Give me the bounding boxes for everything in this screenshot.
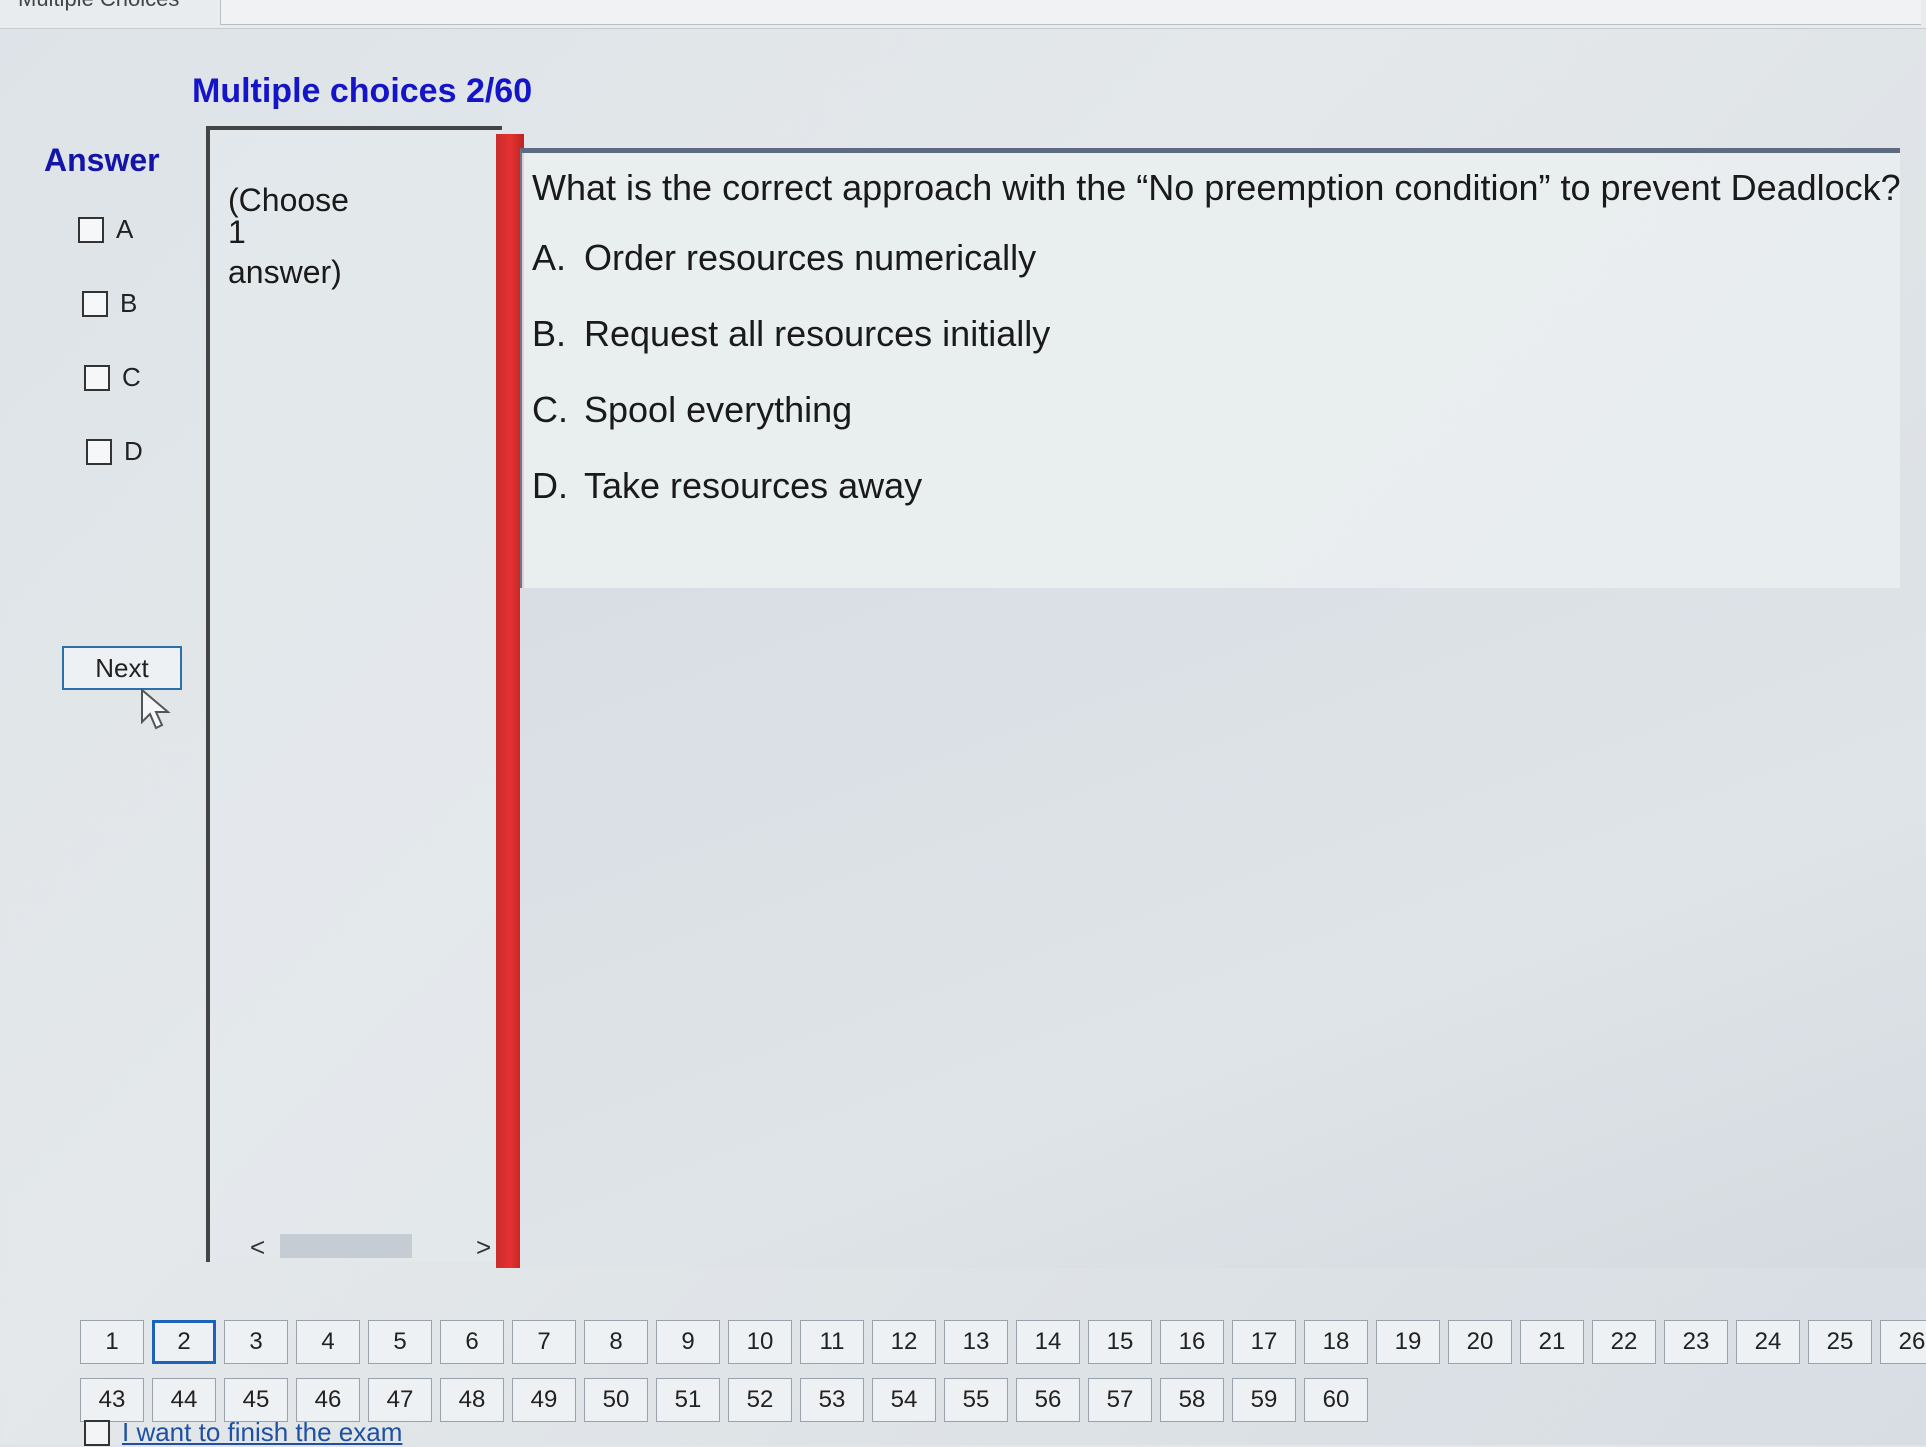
question-nav-button[interactable]: 43 <box>80 1378 144 1422</box>
question-nav-button[interactable]: 2 <box>152 1320 216 1364</box>
finish-exam-option[interactable]: I want to finish the exam <box>84 1417 403 1447</box>
question-nav-button[interactable]: 51 <box>656 1378 720 1422</box>
question-option-letter: A. <box>532 237 567 278</box>
question-option-d: D. Take resources away <box>532 465 922 507</box>
question-nav-button[interactable]: 7 <box>512 1320 576 1364</box>
answer-option-d[interactable]: D <box>86 436 143 467</box>
question-option-text: Take resources away <box>584 465 923 506</box>
question-navigator-row-1: 1 2 3 4 5 6 7 8 9 10 11 12 13 14 15 16 17 18 19 20 21 22 23 24 2… <box>80 1320 1926 1364</box>
question-nav-button[interactable]: 19 <box>1376 1320 1440 1364</box>
finish-exam-checkbox[interactable] <box>84 1420 110 1446</box>
question-nav-button[interactable]: 4 <box>296 1320 360 1364</box>
instruction-line-1: (Choose <box>228 182 349 218</box>
question-nav-button[interactable]: 24 <box>1736 1320 1800 1364</box>
question-option-text: Request all resources initially <box>584 313 1051 354</box>
question-nav-button[interactable]: 53 <box>800 1378 864 1422</box>
scrollbar-thumb[interactable] <box>280 1234 412 1258</box>
instruction-line-2: 1 <box>228 214 246 250</box>
question-nav-button[interactable]: 6 <box>440 1320 504 1364</box>
answer-label-c: C <box>122 362 141 392</box>
question-nav-button[interactable]: 25 <box>1808 1320 1872 1364</box>
question-nav-button[interactable]: 60 <box>1304 1378 1368 1422</box>
question-nav-button[interactable]: 46 <box>296 1378 360 1422</box>
question-nav-button[interactable]: 49 <box>512 1378 576 1422</box>
answer-checkbox-d[interactable] <box>86 438 112 465</box>
question-text: What is the correct approach with the “N… <box>532 167 1901 208</box>
top-field <box>220 0 1921 25</box>
question-nav-button[interactable]: 22 <box>1592 1320 1656 1364</box>
answer-option-c[interactable]: C <box>84 362 141 393</box>
question-nav-button[interactable]: 18 <box>1304 1320 1368 1364</box>
question-option-letter: C. <box>532 389 568 430</box>
question-nav-button[interactable]: 16 <box>1160 1320 1224 1364</box>
answer-heading: Answer <box>44 142 160 178</box>
answer-label-d: D <box>124 436 143 466</box>
question-option-text: Order resources numerically <box>584 237 1037 278</box>
question-nav-button[interactable]: 12 <box>872 1320 936 1364</box>
window-tab-label: Multiple Choices <box>18 0 179 12</box>
answer-checkbox-c[interactable] <box>84 364 110 391</box>
next-button[interactable]: Next <box>62 646 182 690</box>
question-nav-button[interactable]: 13 <box>944 1320 1008 1364</box>
question-nav-button[interactable]: 23 <box>1664 1320 1728 1364</box>
horizontal-scrollbar[interactable]: < > <box>240 1230 500 1262</box>
question-nav-button[interactable]: 9 <box>656 1320 720 1364</box>
question-navigator-row-2: 43 44 45 46 47 48 49 50 51 52 53 54 55 56 57 58 59 60 <box>80 1378 1368 1422</box>
answer-checkbox-a[interactable] <box>78 216 104 243</box>
instruction-panel: (Choose 1 answer) <box>206 126 502 1262</box>
question-option-text: Spool everything <box>584 389 853 430</box>
question-option-b: B. Request all resources initially <box>532 313 1050 355</box>
question-option-letter: B. <box>532 313 567 354</box>
question-nav-button[interactable]: 1 <box>80 1320 144 1364</box>
question-nav-button[interactable]: 59 <box>1232 1378 1296 1422</box>
finish-exam-label: I want to finish the exam <box>122 1417 403 1447</box>
window-title-bar: Multiple Choices <box>0 0 1926 29</box>
question-nav-button[interactable]: 3 <box>224 1320 288 1364</box>
mouse-cursor-icon <box>141 688 171 730</box>
question-nav-button[interactable]: 8 <box>584 1320 648 1364</box>
page-title: Multiple choices 2/60 <box>192 72 533 110</box>
answer-option-b[interactable]: B <box>82 288 137 319</box>
question-nav-button[interactable]: 14 <box>1016 1320 1080 1364</box>
question-nav-button[interactable]: 57 <box>1088 1378 1152 1422</box>
question-nav-button[interactable]: 52 <box>728 1378 792 1422</box>
scroll-left-arrow-icon[interactable]: < <box>250 1232 265 1263</box>
question-option-c: C. Spool everything <box>532 389 852 431</box>
question-option-letter: D. <box>532 465 568 506</box>
question-nav-button[interactable]: 5 <box>368 1320 432 1364</box>
question-nav-button[interactable]: 58 <box>1160 1378 1224 1422</box>
question-nav-button[interactable]: 45 <box>224 1378 288 1422</box>
answer-checkbox-b[interactable] <box>82 290 108 317</box>
question-nav-button[interactable]: 50 <box>584 1378 648 1422</box>
question-nav-button[interactable]: 20 <box>1448 1320 1512 1364</box>
question-option-a: A. Order resources numerically <box>532 237 1036 279</box>
content-area <box>520 588 1926 1268</box>
question-nav-button[interactable]: 11 <box>800 1320 864 1364</box>
question-nav-button[interactable]: 47 <box>368 1378 432 1422</box>
question-nav-button[interactable]: 48 <box>440 1378 504 1422</box>
answer-label-b: B <box>120 288 138 318</box>
question-nav-button[interactable]: 56 <box>1016 1378 1080 1422</box>
answer-option-a[interactable]: A <box>78 214 133 245</box>
question-nav-button[interactable]: 54 <box>872 1378 936 1422</box>
question-nav-button[interactable]: 55 <box>944 1378 1008 1422</box>
question-nav-button[interactable]: 10 <box>728 1320 792 1364</box>
question-panel: What is the correct approach with the “N… <box>520 148 1901 588</box>
instruction-line-3: answer) <box>228 254 342 290</box>
question-nav-button[interactable]: 21 <box>1520 1320 1584 1364</box>
question-nav-button[interactable]: 26 <box>1880 1320 1926 1364</box>
question-nav-button[interactable]: 17 <box>1232 1320 1296 1364</box>
answer-label-a: A <box>116 214 134 244</box>
scroll-right-arrow-icon[interactable]: > <box>476 1232 491 1263</box>
question-nav-button[interactable]: 15 <box>1088 1320 1152 1364</box>
question-nav-button[interactable]: 44 <box>152 1378 216 1422</box>
